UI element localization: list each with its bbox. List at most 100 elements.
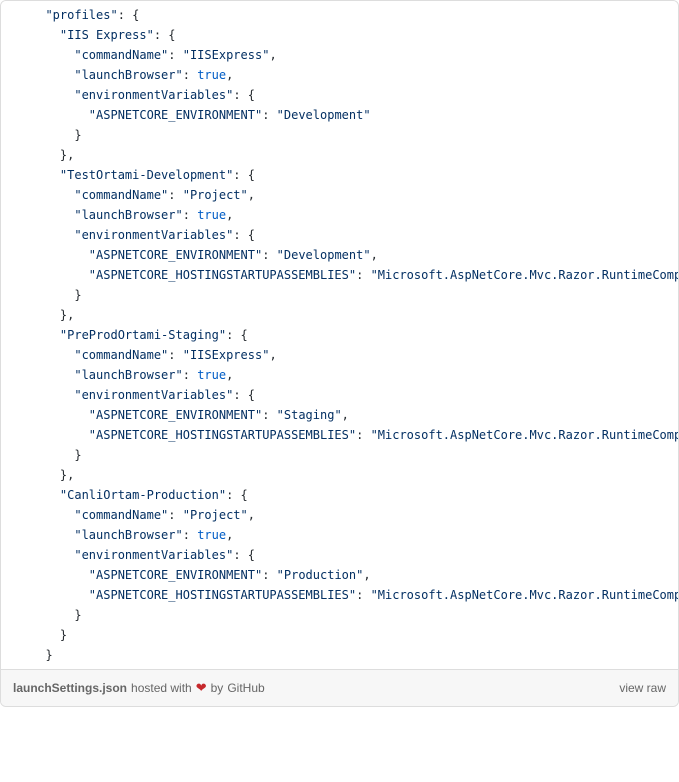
line-number[interactable] bbox=[1, 585, 31, 605]
line-number[interactable] bbox=[1, 205, 31, 225]
line-number[interactable] bbox=[1, 165, 31, 185]
line-number[interactable] bbox=[1, 185, 31, 205]
code-line: "launchBrowser": true, bbox=[1, 65, 678, 85]
line-content: "TestOrtami-Development": { bbox=[31, 165, 678, 185]
gist-footer: launchSettings.json hosted with ❤ by Git… bbox=[1, 669, 678, 706]
code-line: } bbox=[1, 285, 678, 305]
heart-icon: ❤ bbox=[196, 680, 207, 696]
code-line: "ASPNETCORE_ENVIRONMENT": "Production", bbox=[1, 565, 678, 585]
code-line: "launchBrowser": true, bbox=[1, 205, 678, 225]
line-number[interactable] bbox=[1, 485, 31, 505]
line-number[interactable] bbox=[1, 5, 31, 25]
code-line: "TestOrtami-Development": { bbox=[1, 165, 678, 185]
line-number[interactable] bbox=[1, 305, 31, 325]
line-number[interactable] bbox=[1, 245, 31, 265]
code-line: "ASPNETCORE_ENVIRONMENT": "Development", bbox=[1, 245, 678, 265]
code-line: "launchBrowser": true, bbox=[1, 365, 678, 385]
line-number[interactable] bbox=[1, 385, 31, 405]
line-content: "environmentVariables": { bbox=[31, 85, 678, 105]
filename-link[interactable]: launchSettings.json bbox=[13, 681, 127, 695]
line-content: "CanliOrtam-Production": { bbox=[31, 485, 678, 505]
line-content: } bbox=[31, 625, 678, 645]
code-line: "IIS Express": { bbox=[1, 25, 678, 45]
code-line: "ASPNETCORE_HOSTINGSTARTUPASSEMBLIES": "… bbox=[1, 265, 678, 285]
line-content: "ASPNETCORE_HOSTINGSTARTUPASSEMBLIES": "… bbox=[31, 425, 678, 445]
line-content: "commandName": "IISExpress", bbox=[31, 345, 678, 365]
code-line: }, bbox=[1, 145, 678, 165]
code-line: }, bbox=[1, 465, 678, 485]
line-content: "ASPNETCORE_HOSTINGSTARTUPASSEMBLIES": "… bbox=[31, 265, 678, 285]
line-number[interactable] bbox=[1, 465, 31, 485]
line-content: "ASPNETCORE_ENVIRONMENT": "Development", bbox=[31, 245, 678, 265]
line-content: "launchBrowser": true, bbox=[31, 205, 678, 225]
line-number[interactable] bbox=[1, 225, 31, 245]
line-number[interactable] bbox=[1, 445, 31, 465]
code-line: "environmentVariables": { bbox=[1, 225, 678, 245]
line-number[interactable] bbox=[1, 405, 31, 425]
line-content: }, bbox=[31, 145, 678, 165]
line-content: } bbox=[31, 645, 678, 665]
line-content: "ASPNETCORE_ENVIRONMENT": "Production", bbox=[31, 565, 678, 585]
line-content: "ASPNETCORE_ENVIRONMENT": "Staging", bbox=[31, 405, 678, 425]
line-number[interactable] bbox=[1, 105, 31, 125]
line-content: }, bbox=[31, 305, 678, 325]
line-content: } bbox=[31, 445, 678, 465]
code-line: "commandName": "Project", bbox=[1, 505, 678, 525]
line-content: "commandName": "Project", bbox=[31, 505, 678, 525]
line-number[interactable] bbox=[1, 645, 31, 665]
view-raw-link[interactable]: view raw bbox=[619, 681, 666, 695]
line-number[interactable] bbox=[1, 85, 31, 105]
code-line: } bbox=[1, 645, 678, 665]
code-line: } bbox=[1, 445, 678, 465]
line-number[interactable] bbox=[1, 145, 31, 165]
code-line: } bbox=[1, 625, 678, 645]
line-content: "launchBrowser": true, bbox=[31, 525, 678, 545]
code-line: "ASPNETCORE_HOSTINGSTARTUPASSEMBLIES": "… bbox=[1, 425, 678, 445]
code-table: "profiles": { "IIS Express": { "commandN… bbox=[1, 5, 678, 665]
line-number[interactable] bbox=[1, 605, 31, 625]
line-number[interactable] bbox=[1, 25, 31, 45]
code-scroll-area[interactable]: "profiles": { "IIS Express": { "commandN… bbox=[1, 1, 678, 669]
code-line: } bbox=[1, 125, 678, 145]
line-number[interactable] bbox=[1, 65, 31, 85]
line-number[interactable] bbox=[1, 625, 31, 645]
code-line: "ASPNETCORE_ENVIRONMENT": "Staging", bbox=[1, 405, 678, 425]
line-content: } bbox=[31, 285, 678, 305]
line-number[interactable] bbox=[1, 265, 31, 285]
line-number[interactable] bbox=[1, 45, 31, 65]
line-content: "commandName": "IISExpress", bbox=[31, 45, 678, 65]
line-number[interactable] bbox=[1, 565, 31, 585]
github-link[interactable]: GitHub bbox=[227, 681, 264, 695]
code-line: "commandName": "IISExpress", bbox=[1, 345, 678, 365]
line-content: } bbox=[31, 605, 678, 625]
line-number[interactable] bbox=[1, 505, 31, 525]
line-number[interactable] bbox=[1, 545, 31, 565]
line-content: "commandName": "Project", bbox=[31, 185, 678, 205]
line-number[interactable] bbox=[1, 525, 31, 545]
code-line: "environmentVariables": { bbox=[1, 385, 678, 405]
code-line: }, bbox=[1, 305, 678, 325]
line-content: "environmentVariables": { bbox=[31, 225, 678, 245]
code-line: "environmentVariables": { bbox=[1, 545, 678, 565]
line-number[interactable] bbox=[1, 365, 31, 385]
gist-container: "profiles": { "IIS Express": { "commandN… bbox=[0, 0, 679, 707]
line-number[interactable] bbox=[1, 325, 31, 345]
code-line: "commandName": "IISExpress", bbox=[1, 45, 678, 65]
code-line: "launchBrowser": true, bbox=[1, 525, 678, 545]
line-content: "environmentVariables": { bbox=[31, 545, 678, 565]
line-number[interactable] bbox=[1, 125, 31, 145]
line-content: "launchBrowser": true, bbox=[31, 65, 678, 85]
code-line: "CanliOrtam-Production": { bbox=[1, 485, 678, 505]
line-content: "PreProdOrtami-Staging": { bbox=[31, 325, 678, 345]
line-content: "profiles": { bbox=[31, 5, 678, 25]
line-number[interactable] bbox=[1, 345, 31, 365]
line-content: "ASPNETCORE_ENVIRONMENT": "Development" bbox=[31, 105, 678, 125]
code-line: "PreProdOrtami-Staging": { bbox=[1, 325, 678, 345]
line-content: "IIS Express": { bbox=[31, 25, 678, 45]
line-number[interactable] bbox=[1, 285, 31, 305]
line-content: "environmentVariables": { bbox=[31, 385, 678, 405]
code-line: } bbox=[1, 605, 678, 625]
hosted-with-text: hosted with bbox=[131, 681, 192, 695]
code-line: "ASPNETCORE_HOSTINGSTARTUPASSEMBLIES": "… bbox=[1, 585, 678, 605]
line-number[interactable] bbox=[1, 425, 31, 445]
